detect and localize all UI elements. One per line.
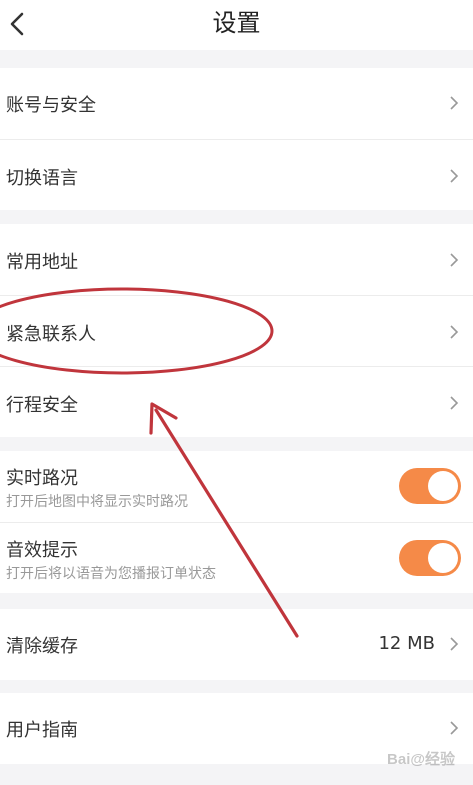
- page-title: 设置: [212, 9, 261, 37]
- settings-item-label: 紧急联系人: [6, 324, 96, 345]
- settings-item-label: 音效提示: [6, 540, 78, 561]
- settings-item-label: 切换语言: [6, 168, 78, 189]
- chevron-right-icon: [450, 396, 459, 410]
- settings-group-cache: 清除缓存 12 MB: [0, 609, 473, 680]
- toggle-knob: [428, 471, 458, 501]
- watermark: Bai@经验: [387, 751, 455, 768]
- settings-item-emergency-contact[interactable]: 紧急联系人: [0, 295, 473, 366]
- toggle-knob: [428, 543, 458, 573]
- cache-size-value: 12 MB: [378, 633, 435, 654]
- settings-item-trip-safety[interactable]: 行程安全: [0, 366, 473, 437]
- settings-item-label: 实时路况: [6, 468, 78, 489]
- realtime-traffic-toggle[interactable]: [399, 468, 461, 504]
- settings-item-common-address[interactable]: 常用地址: [0, 224, 473, 295]
- settings-item-sound-prompt: 音效提示 打开后将以语音为您播报订单状态: [0, 522, 473, 593]
- settings-group-account: 账号与安全 切换语言: [0, 68, 473, 210]
- settings-group-toggles: 实时路况 打开后地图中将显示实时路况 音效提示 打开后将以语音为您播报订单状态: [0, 451, 473, 593]
- header-bar: 设置: [0, 0, 473, 50]
- settings-item-label: 行程安全: [6, 395, 78, 416]
- settings-group-safety: 常用地址 紧急联系人 行程安全: [0, 224, 473, 437]
- sound-prompt-toggle[interactable]: [399, 540, 461, 576]
- settings-item-label: 账号与安全: [6, 95, 96, 116]
- settings-item-label: 用户指南: [6, 720, 78, 741]
- settings-item-switch-language[interactable]: 切换语言: [0, 139, 473, 210]
- chevron-right-icon: [450, 721, 459, 735]
- settings-item-clear-cache[interactable]: 清除缓存 12 MB: [0, 609, 473, 680]
- chevron-right-icon: [450, 325, 459, 339]
- settings-item-account-security[interactable]: 账号与安全: [0, 68, 473, 139]
- settings-item-realtime-traffic: 实时路况 打开后地图中将显示实时路况: [0, 451, 473, 522]
- settings-item-description: 打开后将以语音为您播报订单状态: [6, 566, 216, 582]
- chevron-right-icon: [450, 169, 459, 183]
- settings-item-label: 常用地址: [6, 252, 78, 273]
- chevron-right-icon: [450, 637, 459, 651]
- settings-item-label: 清除缓存: [6, 636, 78, 657]
- settings-item-description: 打开后地图中将显示实时路况: [6, 494, 188, 510]
- chevron-right-icon: [450, 96, 459, 110]
- chevron-right-icon: [450, 253, 459, 267]
